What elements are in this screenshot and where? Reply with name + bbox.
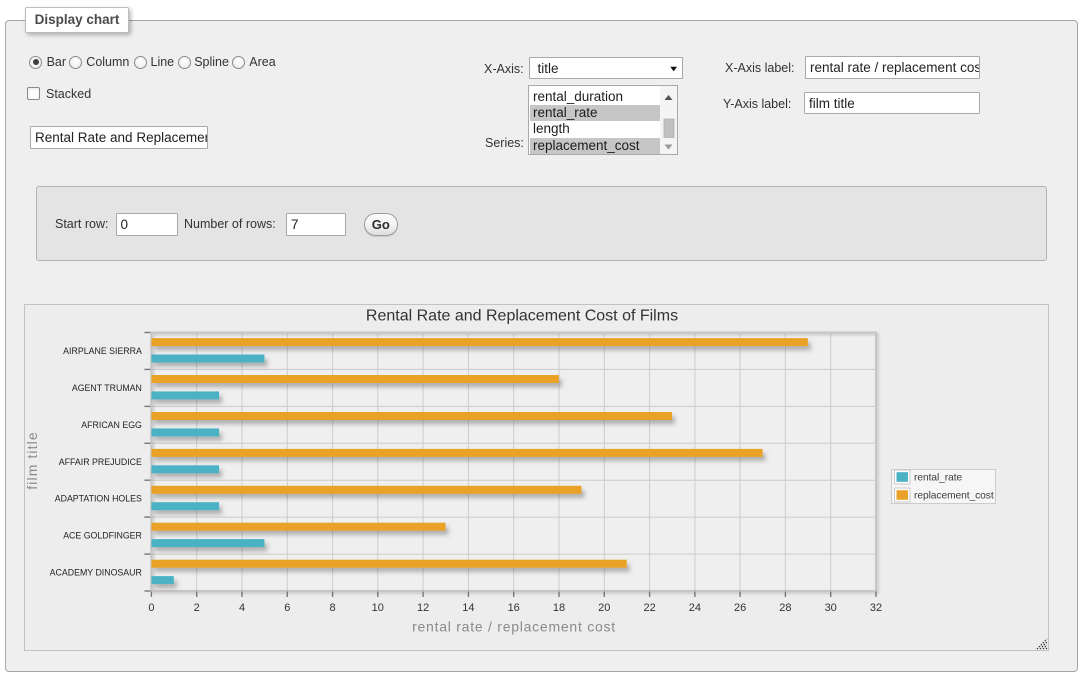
svg-text:20: 20 [598,602,610,614]
svg-text:4: 4 [239,602,245,614]
svg-text:8: 8 [330,602,336,614]
svg-text:AFFAIR PREJUDICE: AFFAIR PREJUDICE [59,457,142,467]
svg-text:28: 28 [779,602,791,614]
svg-text:24: 24 [689,602,701,614]
svg-text:32: 32 [870,602,882,614]
svg-text:AFRICAN EGG: AFRICAN EGG [81,420,142,430]
svg-text:10: 10 [372,602,384,614]
svg-text:12: 12 [417,602,429,614]
svg-text:replacement_cost: replacement_cost [914,491,994,502]
svg-text:14: 14 [462,602,474,614]
svg-text:Rental Rate and Replacement Co: Rental Rate and Replacement Cost of Film… [366,308,678,325]
svg-text:ADAPTATION HOLES: ADAPTATION HOLES [55,494,142,504]
svg-text:ACADEMY DINOSAUR: ACADEMY DINOSAUR [50,568,142,578]
svg-text:2: 2 [194,602,200,614]
svg-text:0: 0 [148,602,154,614]
svg-text:30: 30 [825,602,837,614]
svg-text:AGENT TRUMAN: AGENT TRUMAN [72,383,142,393]
svg-text:rental rate / replacement cost: rental rate / replacement cost [412,619,616,635]
svg-text:film title: film title [25,431,40,489]
svg-text:18: 18 [553,602,565,614]
svg-text:ACE GOLDFINGER: ACE GOLDFINGER [63,531,142,541]
svg-text:16: 16 [508,602,520,614]
svg-text:rental_rate: rental_rate [914,473,963,484]
svg-text:AIRPLANE SIERRA: AIRPLANE SIERRA [63,346,142,356]
svg-text:6: 6 [284,602,290,614]
svg-text:26: 26 [734,602,746,614]
svg-text:22: 22 [643,602,655,614]
